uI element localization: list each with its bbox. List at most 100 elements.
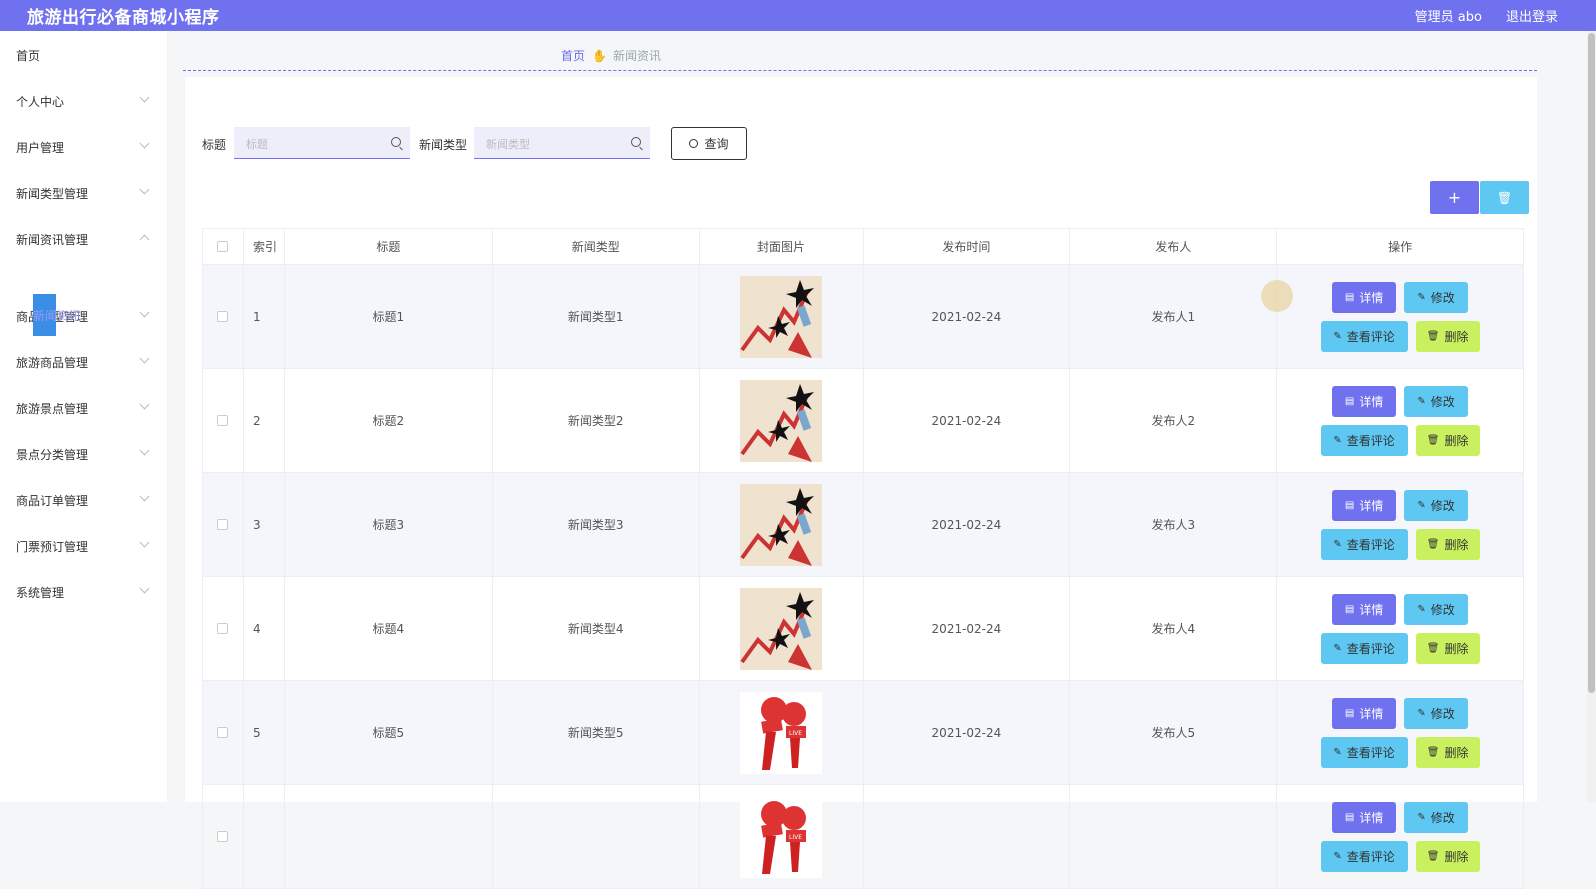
cell-title: 标题3 [285,473,493,576]
pencil-icon: ✎ [1333,330,1342,342]
trash-icon: 🗑 [1426,642,1440,654]
chevron-down-icon [139,353,150,364]
view-comments-button[interactable]: ✎ 查看评论 [1320,424,1408,456]
col-type: 新闻类型 [493,229,700,264]
title-search-label: 标题 [202,138,227,152]
cell-index: 2 [244,369,285,472]
view-comments-button[interactable]: ✎ 查看评论 [1320,528,1408,560]
row-checkbox[interactable] [217,831,229,842]
cell-author: 发布人3 [1070,473,1278,576]
logout-link[interactable]: 退出登录 [1506,6,1558,25]
chevron-down-icon [139,138,150,149]
edit-button[interactable]: ✎ 修改 [1404,489,1469,521]
view-comments-button[interactable]: ✎ 查看评论 [1320,840,1408,872]
pencil-icon: ✎ [1333,538,1342,550]
chevron-down-icon [139,445,150,456]
sidebar-subitem-news[interactable]: 新闻资讯 [33,307,81,324]
cell-date: 2021-02-24 [864,473,1071,576]
breadcrumb-current: 新闻资讯 [612,49,661,63]
cell-type: 新闻类型3 [493,473,700,576]
top-bar: 旅游出行必备商城小程序 管理员 abo 退出登录 [0,0,1596,31]
query-button[interactable]: 查询 [671,127,747,160]
cover-image [740,587,823,670]
search-icon [689,139,699,148]
cover-image: LIVE [740,691,823,774]
type-search-label: 新闻类型 [419,138,468,152]
edit-button[interactable]: ✎ 修改 [1404,281,1469,313]
sidebar-item[interactable]: 旅游景点管理 [0,385,167,431]
cell-title: 标题4 [285,577,493,680]
breadcrumb-home[interactable]: 首页 [561,47,585,64]
main-content: 首页 ✋ 新闻资讯 标题 标题 新闻类型 新闻类型 查询 + 🗑 索引 标题 新… [167,31,1596,889]
detail-button[interactable]: ▤ 详情 [1332,281,1397,313]
scrollbar[interactable] [1587,31,1596,802]
svg-text:LIVE: LIVE [789,834,802,841]
batch-delete-button[interactable]: 🗑 [1480,181,1529,214]
row-checkbox[interactable] [217,623,229,634]
detail-button[interactable]: ▤ 详情 [1332,385,1397,417]
view-comments-button[interactable]: ✎ 查看评论 [1320,632,1408,664]
row-checkbox[interactable] [217,727,229,738]
edit-button[interactable]: ✎ 修改 [1404,801,1469,833]
edit-button[interactable]: ✎ 修改 [1404,697,1469,729]
divider [183,70,1537,71]
breadcrumb: 首页 ✋ 新闻资讯 [561,47,661,64]
sidebar-item[interactable]: 门票预订管理 [0,523,167,569]
document-icon: ▤ [1344,291,1355,303]
pencil-icon: ✎ [1333,642,1342,654]
sidebar-item[interactable]: 用户管理 [0,124,167,170]
sidebar-item[interactable]: 景点分类管理 [0,431,167,477]
cell-date: 2021-02-24 [864,577,1071,680]
cell-index: 3 [244,473,285,576]
svg-text:LIVE: LIVE [789,730,802,737]
pencil-icon: ✎ [1333,434,1342,446]
current-user: 管理员 abo [1414,10,1482,25]
trash-icon: 🗑 [1426,434,1440,446]
pencil-icon: ✎ [1417,395,1426,407]
delete-button[interactable]: 🗑 删除 [1415,528,1480,560]
delete-button[interactable]: 🗑 删除 [1415,840,1480,872]
type-search-input[interactable]: 新闻类型 [474,127,650,159]
cell-type: 新闻类型4 [493,577,700,680]
delete-button[interactable]: 🗑 删除 [1415,424,1480,456]
view-comments-button[interactable]: ✎ 查看评论 [1320,736,1408,768]
cell-index: 5 [244,681,285,784]
delete-button[interactable]: 🗑 删除 [1415,632,1480,664]
document-icon: ▤ [1344,603,1355,615]
detail-button[interactable]: ▤ 详情 [1332,593,1397,625]
row-checkbox[interactable] [217,519,229,530]
cover-image [740,483,823,566]
chevron-down-icon [139,537,150,548]
sidebar-item[interactable]: 旅游商品管理 [0,339,167,385]
cell-title: 标题1 [285,265,493,368]
detail-button[interactable]: ▤ 详情 [1332,801,1397,833]
chevron-down-icon [139,184,150,195]
sidebar-item[interactable]: 个人中心 [0,78,167,124]
chevron-down-icon [139,92,150,103]
row-checkbox[interactable] [217,415,229,426]
select-all-checkbox[interactable] [217,241,229,252]
col-date: 发布时间 [864,229,1071,264]
sidebar-item[interactable]: 商品类型管理 [0,293,167,339]
title-search-input[interactable]: 标题 [234,127,410,159]
sidebar-item[interactable]: 新闻资讯管理 [0,216,167,262]
cell-title: 标题2 [285,369,493,472]
view-comments-button[interactable]: ✎ 查看评论 [1320,320,1408,352]
sidebar-item[interactable]: 新闻类型管理 [0,170,167,216]
delete-button[interactable]: 🗑 删除 [1415,320,1480,352]
row-checkbox[interactable] [217,311,229,322]
cover-image [740,379,823,462]
pencil-icon: ✎ [1417,811,1426,823]
detail-button[interactable]: ▤ 详情 [1332,489,1397,521]
edit-button[interactable]: ✎ 修改 [1404,385,1469,417]
sidebar-item[interactable]: 系统管理 [0,569,167,615]
add-button[interactable]: + [1430,181,1479,214]
sidebar-item[interactable]: 首页 [0,32,167,78]
detail-button[interactable]: ▤ 详情 [1332,697,1397,729]
cell-author [1070,785,1278,888]
edit-button[interactable]: ✎ 修改 [1404,593,1469,625]
pencil-icon: ✎ [1417,499,1426,511]
delete-button[interactable]: 🗑 删除 [1415,736,1480,768]
cover-image: LIVE [740,795,823,878]
sidebar-item[interactable]: 商品订单管理 [0,477,167,523]
